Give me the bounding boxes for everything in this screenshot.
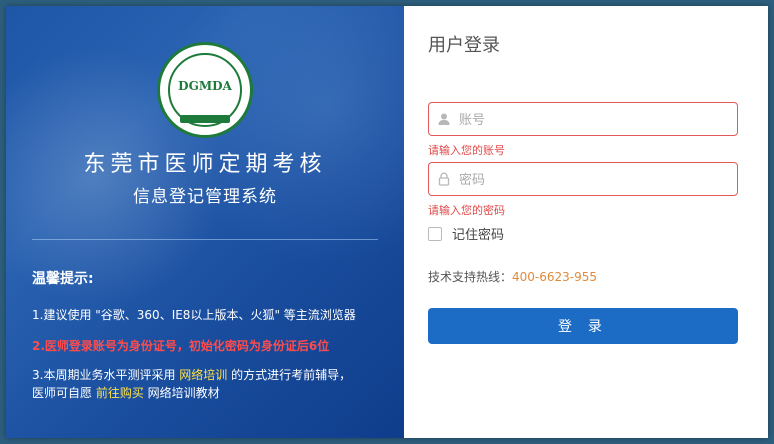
training-link[interactable]: 网络培训: [179, 368, 227, 382]
account-error: 请输入您的账号: [428, 144, 505, 157]
tip-training: 3.本周期业务水平测评采用 网络培训 的方式进行考前辅导， 医师可自愿 前往购买…: [32, 366, 351, 402]
login-frame: DGMDA 东莞市医师定期考核 信息登记管理系统 温馨提示: 1.建议使用 "谷…: [6, 6, 768, 438]
system-title: 东莞市医师定期考核: [83, 152, 327, 177]
logo-band: [180, 115, 230, 123]
remember-checkbox[interactable]: [428, 226, 442, 241]
tip3-text-c: 医师可自愿: [32, 386, 96, 400]
tip-account: 2.医师登录账号为身份证号，初始化密码为身份证后6位: [32, 339, 330, 353]
divider: [32, 239, 378, 240]
remember-password[interactable]: 记住密码: [428, 224, 504, 243]
password-field[interactable]: [428, 162, 738, 197]
system-subtitle: 信息登记管理系统: [133, 187, 277, 207]
password-input[interactable]: [457, 163, 731, 197]
logo-abbr: DGMDA: [178, 79, 232, 93]
lock-icon: [438, 172, 450, 186]
info-panel: DGMDA 东莞市医师定期考核 信息登记管理系统 温馨提示: 1.建议使用 "谷…: [6, 6, 404, 438]
purchase-link[interactable]: 前往购买: [96, 386, 144, 400]
tip3-text-a: 3.本周期业务水平测评采用: [32, 368, 180, 382]
login-button[interactable]: 登 录: [428, 308, 738, 344]
tip3-text-b: 的方式进行考前辅导，: [227, 368, 352, 382]
tip-browser: 1.建议使用 "谷歌、360、IE8以上版本、火狐" 等主流浏览器: [32, 308, 356, 322]
tip3-text-d: 网络培训教材: [143, 386, 220, 400]
login-panel: 用户登录 请输入您的账号 请输入您的密码 记住密码 技术支持热线：400-662…: [404, 6, 768, 438]
support-label: 技术支持热线：: [428, 270, 513, 284]
support-hotline: 技术支持热线：400-6623-955: [428, 268, 597, 285]
account-field[interactable]: [428, 102, 738, 137]
login-title: 用户登录: [428, 35, 500, 56]
support-number: 400-6623-955: [512, 270, 598, 284]
tips-heading: 温馨提示:: [32, 271, 94, 287]
password-error: 请输入您的密码: [428, 204, 505, 217]
association-logo: DGMDA: [157, 42, 253, 138]
user-icon: [438, 113, 450, 125]
account-input[interactable]: [457, 103, 731, 137]
remember-label: 记住密码: [452, 228, 505, 243]
